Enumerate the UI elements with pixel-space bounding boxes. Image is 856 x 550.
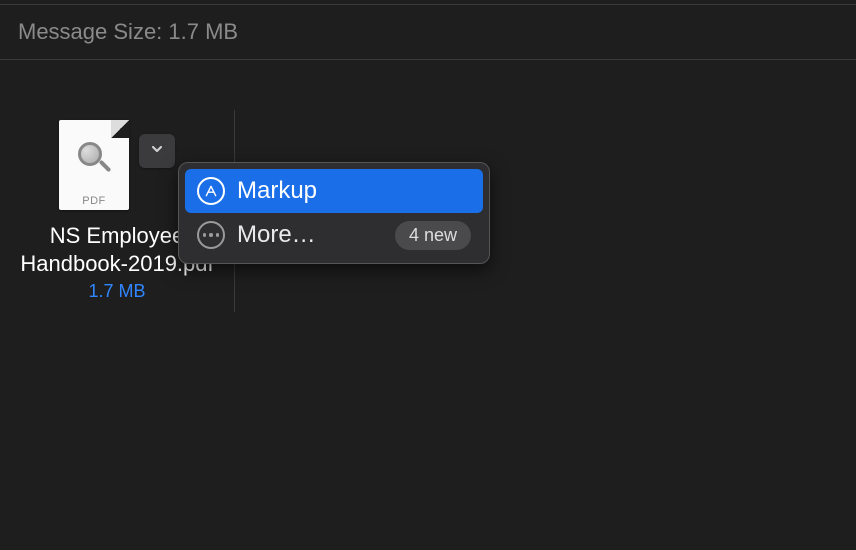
- markup-icon: [197, 177, 225, 205]
- attachment-size: 1.7 MB: [0, 281, 234, 302]
- attachment-actions-menu: Markup More… 4 new: [178, 162, 490, 264]
- more-badge: 4 new: [395, 221, 471, 250]
- more-icon: [197, 221, 225, 249]
- attachment-actions-button[interactable]: [139, 134, 175, 168]
- preview-icon: [76, 140, 112, 176]
- attachment-area: PDF NS Employee Handbook-2019.pdf 1.7 MB…: [0, 110, 856, 312]
- thumb-type-label: PDF: [59, 195, 129, 207]
- menu-item-markup[interactable]: Markup: [185, 169, 483, 213]
- menu-item-more[interactable]: More… 4 new: [185, 213, 483, 257]
- menu-item-label: Markup: [237, 177, 471, 205]
- message-size-label: Message Size: 1.7 MB: [0, 5, 856, 59]
- divider-mid: [0, 59, 856, 60]
- pdf-thumbnail[interactable]: PDF: [59, 120, 129, 210]
- menu-item-label: More…: [237, 221, 383, 249]
- chevron-down-icon: [149, 141, 165, 162]
